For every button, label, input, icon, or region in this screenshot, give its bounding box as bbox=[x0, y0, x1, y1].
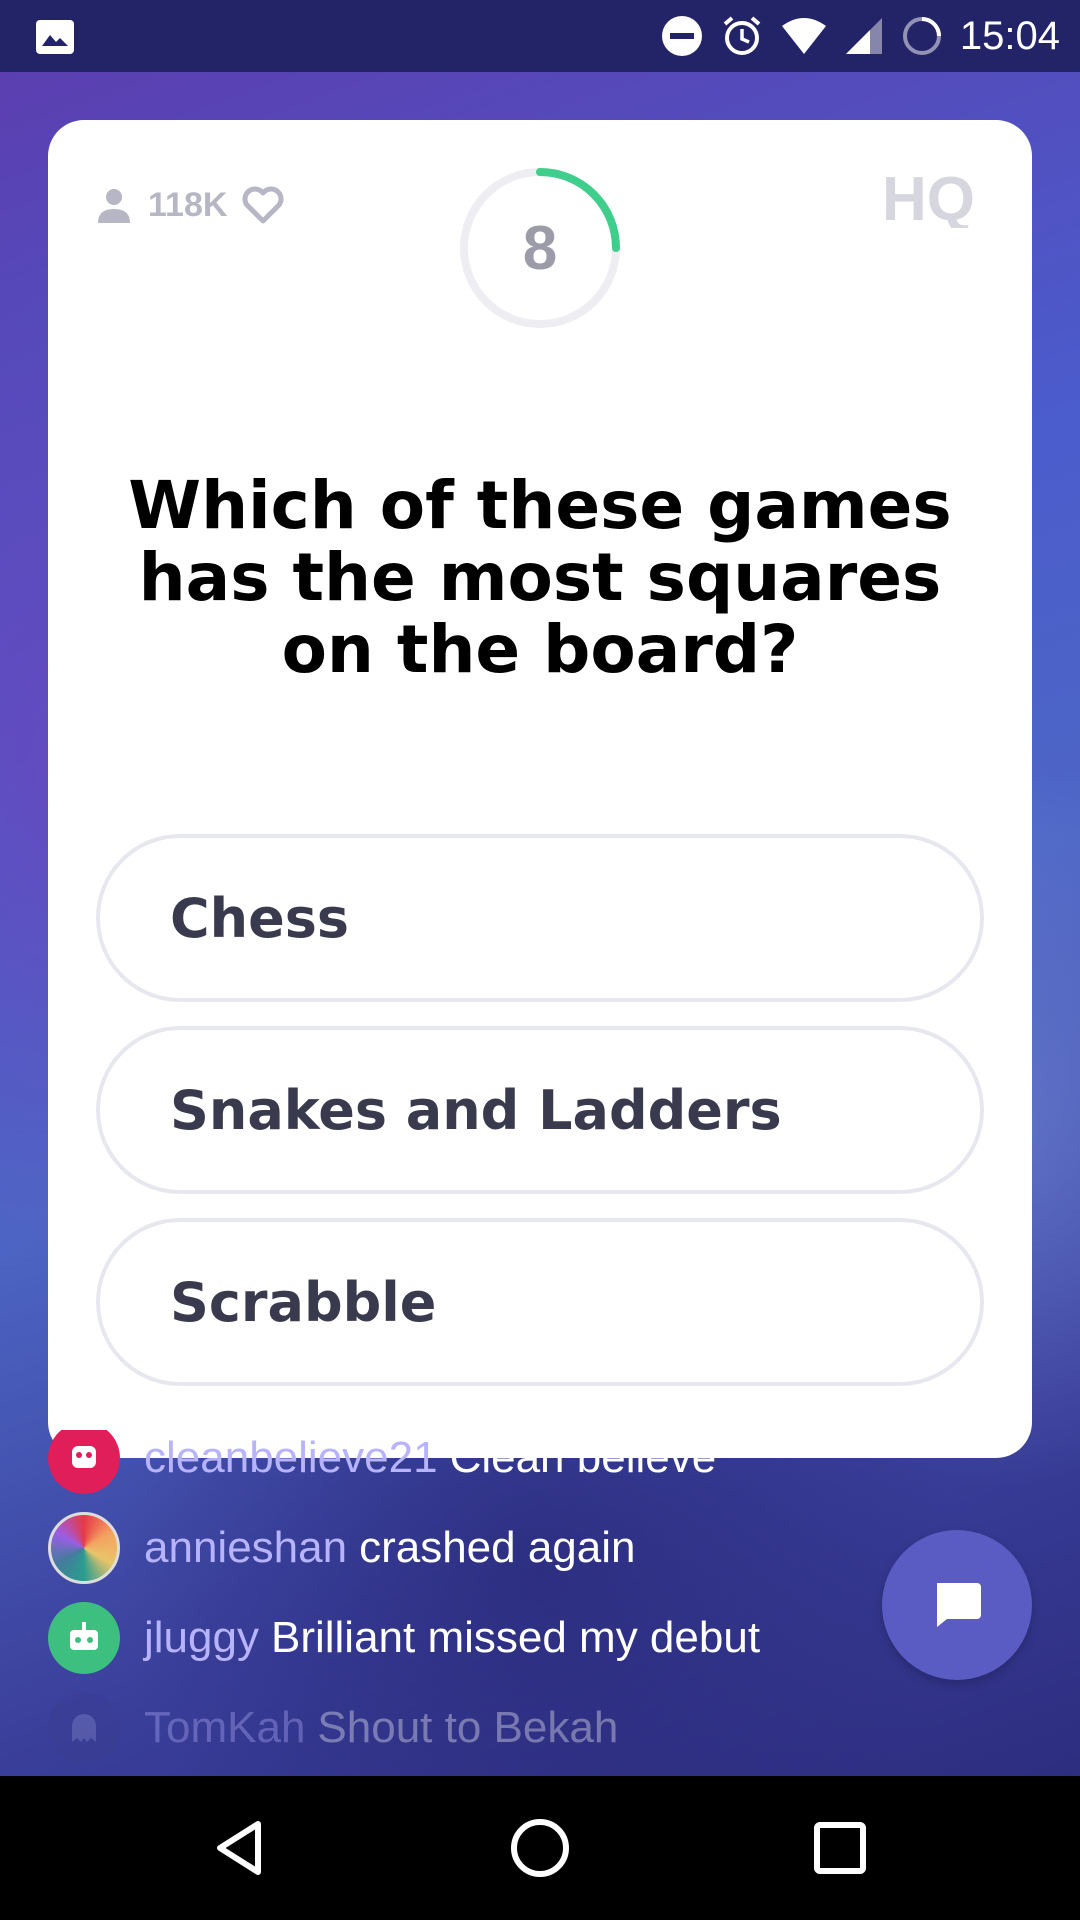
chat-message: TomKah Shout to Bekah bbox=[48, 1692, 618, 1764]
answer-label: Snakes and Ladders bbox=[170, 1078, 782, 1142]
answer-label: Chess bbox=[170, 886, 349, 950]
recents-button[interactable] bbox=[804, 1812, 876, 1884]
signal-icon bbox=[845, 18, 882, 54]
answer-option-2[interactable]: Snakes and Ladders bbox=[96, 1026, 984, 1194]
chat-username: TomKah bbox=[144, 1703, 306, 1752]
answer-label: Scrabble bbox=[170, 1270, 437, 1334]
chat-message-text: crashed again bbox=[359, 1523, 636, 1572]
robot-face-icon bbox=[48, 1430, 120, 1494]
status-icons: 15:04 bbox=[660, 0, 1060, 72]
status-bar: 15:04 bbox=[0, 0, 1080, 72]
battery-charging-icon bbox=[902, 17, 941, 55]
chat-message: annieshan crashed again bbox=[48, 1512, 636, 1584]
system-nav-bar bbox=[0, 1776, 1080, 1920]
chat-message: cleanbelieve21 Clean believe bbox=[48, 1430, 716, 1494]
home-circle-icon bbox=[511, 1819, 569, 1877]
chat-message: jluggy Brilliant missed my debut bbox=[48, 1602, 760, 1674]
recents-square-icon bbox=[814, 1822, 866, 1874]
chat-message-text: Brilliant missed my debut bbox=[270, 1613, 761, 1662]
person-icon bbox=[98, 189, 130, 223]
timer-value: 8 bbox=[522, 213, 558, 283]
home-button[interactable] bbox=[504, 1812, 576, 1884]
svg-text:HQ: HQ bbox=[882, 168, 975, 228]
do-not-disturb-icon bbox=[661, 16, 702, 56]
alarm-icon bbox=[723, 16, 761, 55]
question-card: 118K 8 HQ Which of these games has the m… bbox=[48, 120, 1032, 1458]
chat-feed: cleanbelieve21 Clean believe annieshan cra… bbox=[48, 1430, 868, 1780]
robot-icon bbox=[48, 1602, 120, 1674]
viewer-count-value: 118K bbox=[148, 185, 228, 224]
countdown-timer: 8 bbox=[458, 166, 622, 330]
chat-bubble-icon bbox=[937, 1583, 981, 1627]
chat-username: jluggy bbox=[144, 1613, 259, 1662]
rainbow-rose-avatar bbox=[48, 1512, 120, 1584]
back-button[interactable] bbox=[204, 1812, 276, 1884]
heart-icon bbox=[242, 186, 284, 224]
wifi-icon bbox=[781, 18, 826, 54]
clock-time: 15:04 bbox=[959, 13, 1060, 58]
answer-option-1[interactable]: Chess bbox=[96, 834, 984, 1002]
viewer-count: 118K bbox=[94, 180, 285, 230]
ghost-icon bbox=[48, 1692, 120, 1764]
chat-message-text: Clean believe bbox=[449, 1433, 717, 1482]
open-chat-button[interactable] bbox=[882, 1530, 1032, 1680]
question-text: Which of these games has the most square… bbox=[128, 467, 952, 688]
chat-username: annieshan bbox=[144, 1523, 348, 1572]
chat-message-text: Shout to Bekah bbox=[317, 1703, 619, 1752]
chat-username: cleanbelieve21 bbox=[144, 1433, 438, 1482]
hq-logo: HQ bbox=[882, 168, 975, 228]
answer-option-3[interactable]: Scrabble bbox=[96, 1218, 984, 1386]
back-triangle-icon bbox=[217, 1821, 261, 1875]
image-icon bbox=[36, 20, 74, 54]
